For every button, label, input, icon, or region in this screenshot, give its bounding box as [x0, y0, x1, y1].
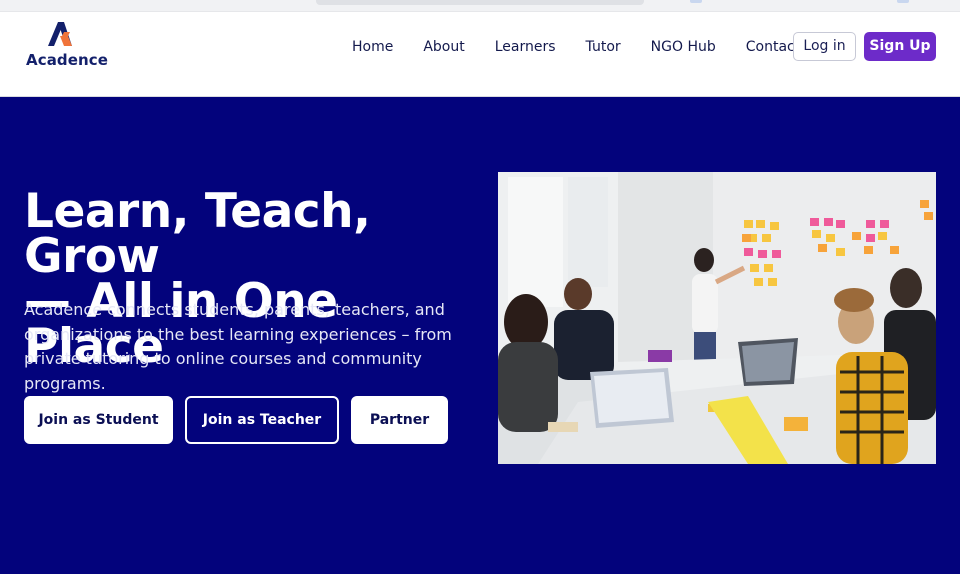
tab-icon	[690, 0, 702, 3]
site-header: Acadence Home About Learners Tutor NGO H…	[0, 12, 960, 97]
nav-item-about[interactable]: About	[423, 38, 464, 56]
team-meeting-photo-icon	[498, 172, 936, 464]
nav-item-tutor[interactable]: Tutor	[586, 38, 621, 56]
browser-top-strip	[0, 0, 960, 12]
logo-mark-icon	[48, 22, 72, 46]
tab-icon	[897, 0, 909, 3]
nav-item-ngo-hub[interactable]: NGO Hub	[651, 38, 716, 56]
main-nav: Home About Learners Tutor NGO Hub Contac…	[352, 38, 830, 56]
logo-text: Acadence	[26, 51, 109, 69]
nav-item-learners[interactable]: Learners	[495, 38, 556, 56]
hero-title-line-1: Learn, Teach, Grow	[24, 184, 371, 284]
signup-button[interactable]: Sign Up	[864, 32, 936, 61]
hero-image	[498, 172, 936, 464]
partner-button[interactable]: Partner	[351, 396, 448, 444]
nav-item-home[interactable]: Home	[352, 38, 393, 56]
address-bar[interactable]	[316, 0, 644, 5]
hero-section: Learn, Teach, Grow — All in One Place Ac…	[0, 97, 960, 574]
join-as-student-button[interactable]: Join as Student	[24, 396, 173, 444]
login-button[interactable]: Log in	[793, 32, 856, 61]
logo[interactable]: Acadence	[24, 22, 108, 72]
hero-subtitle: Acadence connects students, parents, tea…	[24, 300, 452, 393]
join-as-teacher-button[interactable]: Join as Teacher	[185, 396, 339, 444]
